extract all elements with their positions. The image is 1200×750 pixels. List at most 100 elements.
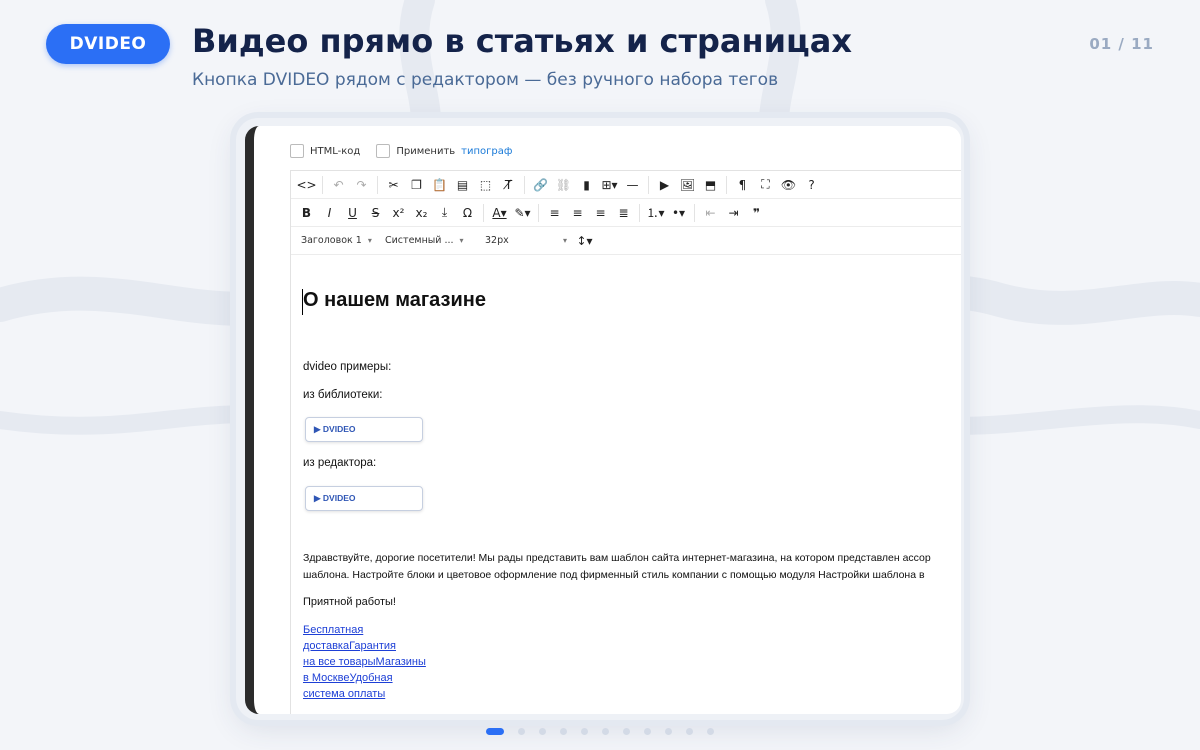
undo-icon[interactable]: ↶ [327,174,350,196]
toolbar-row-1: <> ↶ ↷ ✂ ❐ 📋 ▤ ⬚ T̸ 🔗 ⛓ ▮ ⊞▾ — ▶ 🖼 ⬒ ¶ ⛶… [291,171,961,199]
paragraph-line: Здравствуйте, дорогие посетители! Мы рад… [303,552,931,564]
toolbar-separator [483,203,484,222]
pagination-dot[interactable] [486,728,504,735]
block-format-value: Заголовок 1 [301,235,362,246]
clear-format-icon[interactable]: T̸ [497,174,520,196]
insert-icon[interactable]: ⤓ [433,202,456,224]
background-color-icon[interactable]: ✎▾ [511,202,534,224]
horizontal-rule-icon[interactable]: — [621,174,644,196]
paste-text-icon[interactable]: ▤ [451,174,474,196]
examples-label: dvideo примеры: [303,361,392,373]
special-char-icon[interactable]: Ω [456,202,479,224]
align-left-icon[interactable]: ≡ [543,202,566,224]
pagination-dot[interactable] [602,728,609,735]
toolbar-separator [322,175,323,194]
font-family-dropdown[interactable]: Системный ... ▾ [379,230,479,252]
page-title: Видео прямо в статьях и страницах [192,22,852,60]
html-code-option[interactable]: HTML-код [290,144,360,158]
copy-icon[interactable]: ❐ [405,174,428,196]
toolbar-separator [726,175,727,194]
unlink-icon[interactable]: ⛓ [552,174,575,196]
editor-options: HTML-код Применить типограф [290,144,512,158]
code-view-icon[interactable]: <> [295,174,318,196]
toolbar-separator [538,203,539,222]
select-all-icon[interactable]: ⬚ [474,174,497,196]
align-justify-icon[interactable]: ≣ [612,202,635,224]
slide-pagination [486,728,714,735]
bulleted-list-icon[interactable]: •▾ [667,202,690,224]
pagination-dot[interactable] [560,728,567,735]
paste-icon[interactable]: 📋 [428,174,451,196]
media-icon[interactable]: ▶ [653,174,676,196]
toolbar-row-3: Заголовок 1 ▾ Системный ... ▾ 32px ▾ ↕▾ [291,227,961,255]
font-size-dropdown[interactable]: 32px ▾ [479,230,573,252]
text-color-icon[interactable]: A▾ [488,202,511,224]
cut-icon[interactable]: ✂ [382,174,405,196]
library-label: из библиотеки: [303,389,383,401]
outdent-icon[interactable]: ⇤ [699,202,722,224]
toolbar-separator [694,203,695,222]
toolbar-separator [524,175,525,194]
pagination-dot[interactable] [623,728,630,735]
italic-icon[interactable]: I [318,202,341,224]
template-icon[interactable]: ⬒ [699,174,722,196]
html-code-label: HTML-код [310,145,361,157]
pagination-dot[interactable] [686,728,693,735]
paragraph-line: шаблона. Настройте блоки и цветовое офор… [303,569,925,581]
dvideo-badge: DVIDEO [46,24,170,64]
html-code-checkbox[interactable] [290,144,304,158]
content-heading: О нашем магазине [303,289,486,311]
pagination-dot[interactable] [518,728,525,735]
pagination-dot[interactable] [665,728,672,735]
pagination-dot[interactable] [707,728,714,735]
strikethrough-icon[interactable]: S [364,202,387,224]
content-link[interactable]: на все товарыМагазины [303,655,426,671]
chevron-down-icon: ▾ [367,236,372,245]
show-blocks-icon[interactable]: ¶ [731,174,754,196]
help-icon[interactable]: ? [800,174,823,196]
blockquote-icon[interactable]: ❞ [745,202,768,224]
typograph-checkbox[interactable] [376,144,391,158]
content-link[interactable]: доставкаГарантия [303,639,396,655]
editor-screen: HTML-код Применить типограф <> ↶ ↷ ✂ ❐ 📋… [245,126,961,714]
typograph-option[interactable]: Применить типограф [376,144,512,158]
font-family-value: Системный ... [385,235,454,246]
link-icon[interactable]: 🔗 [529,174,552,196]
slide-counter: 01 / 11 [1089,35,1154,53]
pagination-dot[interactable] [581,728,588,735]
align-center-icon[interactable]: ≡ [566,202,589,224]
content-link[interactable]: в МосквеУдобная [303,671,393,687]
dvideo-library-button[interactable]: ▶ DVIDEO [305,417,423,442]
numbered-list-icon[interactable]: ⒈▾ [644,202,667,224]
typograph-link[interactable]: типограф [461,146,512,157]
page-subtitle: Кнопка DVIDEO рядом с редактором — без р… [192,70,779,90]
table-icon[interactable]: ⊞▾ [598,174,621,196]
line-height-icon[interactable]: ↕▾ [573,230,596,252]
content-link[interactable]: Бесплатная [303,623,363,639]
underline-icon[interactable]: U [341,202,364,224]
redo-icon[interactable]: ↷ [350,174,373,196]
preview-icon[interactable]: 👁 [777,174,800,196]
subscript-icon[interactable]: x₂ [410,202,433,224]
font-size-value: 32px [485,235,509,246]
apply-label: Применить [396,145,456,157]
bookmark-icon[interactable]: ▮ [575,174,598,196]
indent-icon[interactable]: ⇥ [722,202,745,224]
image-icon[interactable]: 🖼 [676,174,699,196]
content-link[interactable]: система оплаты [303,687,385,703]
fullscreen-icon[interactable]: ⛶ [754,174,777,196]
pagination-dot[interactable] [644,728,651,735]
dvideo-editor-button[interactable]: ▶ DVIDEO [305,486,423,511]
pagination-dot[interactable] [539,728,546,735]
toolbar-separator [648,175,649,194]
closing-text: Приятной работы! [303,596,396,608]
bold-icon[interactable]: B [295,202,318,224]
editor-label: из редактора: [303,457,377,469]
block-format-dropdown[interactable]: Заголовок 1 ▾ [295,230,379,252]
align-right-icon[interactable]: ≡ [589,202,612,224]
chevron-down-icon: ▾ [459,236,464,245]
toolbar-separator [639,203,640,222]
chevron-down-icon: ▾ [562,236,567,245]
superscript-icon[interactable]: x² [387,202,410,224]
toolbar-row-2: B I U S x² x₂ ⤓ Ω A▾ ✎▾ ≡ ≡ ≡ ≣ ⒈▾ •▾ ⇤ … [291,199,961,227]
